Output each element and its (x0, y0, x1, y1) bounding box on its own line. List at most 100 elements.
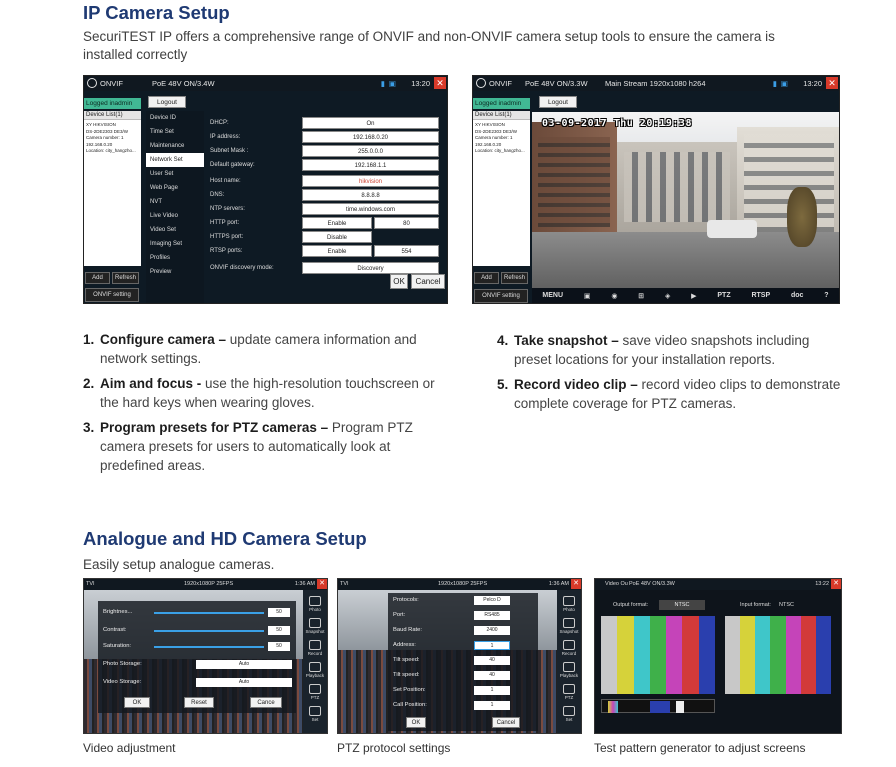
contrast-value[interactable]: 50 (268, 626, 290, 635)
photo-icon[interactable] (309, 596, 321, 606)
resolution-label: 1920x1080P 25FPS (438, 581, 488, 587)
menu-item-user-set[interactable]: User Set (146, 167, 204, 181)
http-port-field[interactable]: 80 (374, 217, 439, 229)
tree (787, 187, 817, 247)
brightness-value[interactable]: 50 (268, 608, 290, 617)
close-icon[interactable]: ✕ (831, 579, 841, 589)
menu-item-video-set[interactable]: Video Set (146, 223, 204, 237)
menu-button[interactable]: MENU (542, 292, 563, 299)
ptz-icon[interactable] (563, 684, 575, 694)
cancel-button[interactable]: Cancel (492, 717, 520, 728)
logout-button[interactable]: Logout (148, 96, 186, 108)
saturation-value[interactable]: 50 (268, 642, 290, 651)
onvif-setting-button[interactable]: ONVIF setting (474, 289, 528, 303)
doc-button[interactable]: doc (791, 292, 803, 299)
audio-icon[interactable]: ◈ (665, 292, 670, 300)
test-pattern-caption: Test pattern generator to adjust screens (594, 741, 806, 755)
camera-snapshot-icon[interactable]: ◉ (611, 292, 617, 300)
host-field[interactable]: hikvision (302, 175, 439, 187)
dhcp-field[interactable]: On (302, 117, 439, 129)
live-video-view[interactable]: 03-09-2017 Thu 20:19:38 (532, 112, 839, 290)
call-position-field[interactable]: 1 (474, 701, 510, 710)
menu-item-imaging-set[interactable]: Imaging Set (146, 237, 204, 251)
photo-storage-field[interactable]: Auto (196, 660, 292, 669)
poe-status: PoE 48V ON/3.3W (525, 79, 588, 88)
tilt-speed-field[interactable]: 40 (474, 656, 510, 665)
tilt-speed-field[interactable]: 40 (474, 671, 510, 680)
add-button[interactable]: Add (85, 272, 110, 284)
photo-storage-row: Photo Storage: Auto (98, 659, 296, 671)
cancel-button[interactable]: Cancel (411, 274, 445, 289)
settings-icon[interactable] (563, 706, 575, 716)
photo-icon[interactable] (563, 596, 575, 606)
reset-button[interactable]: Reset (184, 697, 214, 708)
address-field[interactable]: 1 (474, 641, 510, 650)
snapshot-icon[interactable] (309, 618, 321, 628)
mask-field[interactable]: 255.0.0.0 (302, 145, 439, 157)
contrast-slider[interactable] (154, 630, 264, 632)
ptz-button[interactable]: PTZ (717, 292, 730, 299)
logout-button[interactable]: Logout (539, 96, 577, 108)
ptz-icon[interactable] (309, 684, 321, 694)
ok-button[interactable]: OK (390, 274, 408, 289)
http-state-field[interactable]: Enable (302, 217, 372, 229)
brightness-slider[interactable] (154, 612, 264, 614)
color-bar (682, 616, 699, 694)
rtsp-button[interactable]: RTSP (751, 292, 770, 299)
saturation-slider[interactable] (154, 646, 264, 648)
color-bar (740, 616, 756, 694)
menu-item-profiles[interactable]: Profiles (146, 251, 204, 265)
port-field[interactable]: RS485 (474, 611, 510, 620)
discovery-field[interactable]: Discovery (302, 262, 439, 274)
menu-item-web-page[interactable]: Web Page (146, 181, 204, 195)
dns-field[interactable]: 8.8.8.8 (302, 189, 439, 201)
play-icon[interactable]: ▶ (691, 292, 696, 300)
color-bar (815, 616, 831, 694)
rtsp-state-field[interactable]: Enable (302, 245, 372, 257)
color-bar (698, 616, 715, 694)
menu-item-preview[interactable]: Preview (146, 265, 204, 279)
playback-icon[interactable] (309, 662, 321, 672)
side-toolbar: Photo Snapshot Record Playback PTZ Set (557, 590, 581, 733)
help-icon[interactable]: ? (824, 292, 828, 299)
refresh-button[interactable]: Refresh (112, 272, 139, 284)
rtsp-port-field[interactable]: 554 (374, 245, 439, 257)
device-list-item[interactable]: XY HIKVISION DS-2DE2303 DE3/W Camera num… (473, 120, 530, 157)
playback-icon[interactable] (563, 662, 575, 672)
menu-item-time-set[interactable]: Time Set (146, 125, 204, 139)
menu-item-live-video[interactable]: Live Video (146, 209, 204, 223)
ip-field[interactable]: 192.168.0.20 (302, 131, 439, 143)
menu-item-device-id[interactable]: Device ID (146, 111, 204, 125)
output-format-field[interactable]: NTSC (659, 600, 705, 610)
https-state-field[interactable]: Disable (302, 231, 372, 243)
device-top-bar: ONVIF PoE 48V ON/3.3W Main Stream 1920x1… (473, 76, 839, 91)
snapshot-icon[interactable] (563, 618, 575, 628)
menu-item-maintenance[interactable]: Maintenance (146, 139, 204, 153)
ok-button[interactable]: OK (124, 697, 150, 708)
record-icon[interactable]: ⊞ (638, 292, 644, 300)
baud-rate-field[interactable]: 2400 (474, 626, 510, 635)
rtsp-row: RTSP ports: Enable 554 (208, 245, 443, 257)
image-icon[interactable]: ▣ (584, 292, 591, 300)
refresh-button[interactable]: Refresh (501, 272, 528, 284)
onvif-setting-button[interactable]: ONVIF setting (85, 288, 139, 302)
protocols-field[interactable]: Pelco D (474, 596, 510, 605)
add-button[interactable]: Add (474, 272, 499, 284)
gateway-field[interactable]: 192.168.1.1 (302, 159, 439, 171)
record-icon[interactable] (563, 640, 575, 650)
close-icon[interactable]: ✕ (434, 77, 446, 89)
menu-item-network-set[interactable]: Network Set (146, 153, 204, 167)
cancel-button[interactable]: Cance (250, 697, 282, 708)
close-icon[interactable]: ✕ (826, 77, 838, 89)
device-list-item[interactable]: XY HIKVISION DS-2DE2303 DE3/W Camera num… (84, 120, 141, 157)
settings-icon[interactable] (309, 706, 321, 716)
set-position-field[interactable]: 1 (474, 686, 510, 695)
saturation-row: Saturation: 50 (98, 641, 296, 653)
video-storage-field[interactable]: Auto (196, 678, 292, 687)
record-icon[interactable] (309, 640, 321, 650)
close-icon[interactable]: ✕ (571, 579, 581, 589)
ok-button[interactable]: OK (406, 717, 426, 728)
input-format-value: NTSC (779, 602, 794, 608)
ntp-field[interactable]: time.windows.com (302, 203, 439, 215)
close-icon[interactable]: ✕ (317, 579, 327, 589)
